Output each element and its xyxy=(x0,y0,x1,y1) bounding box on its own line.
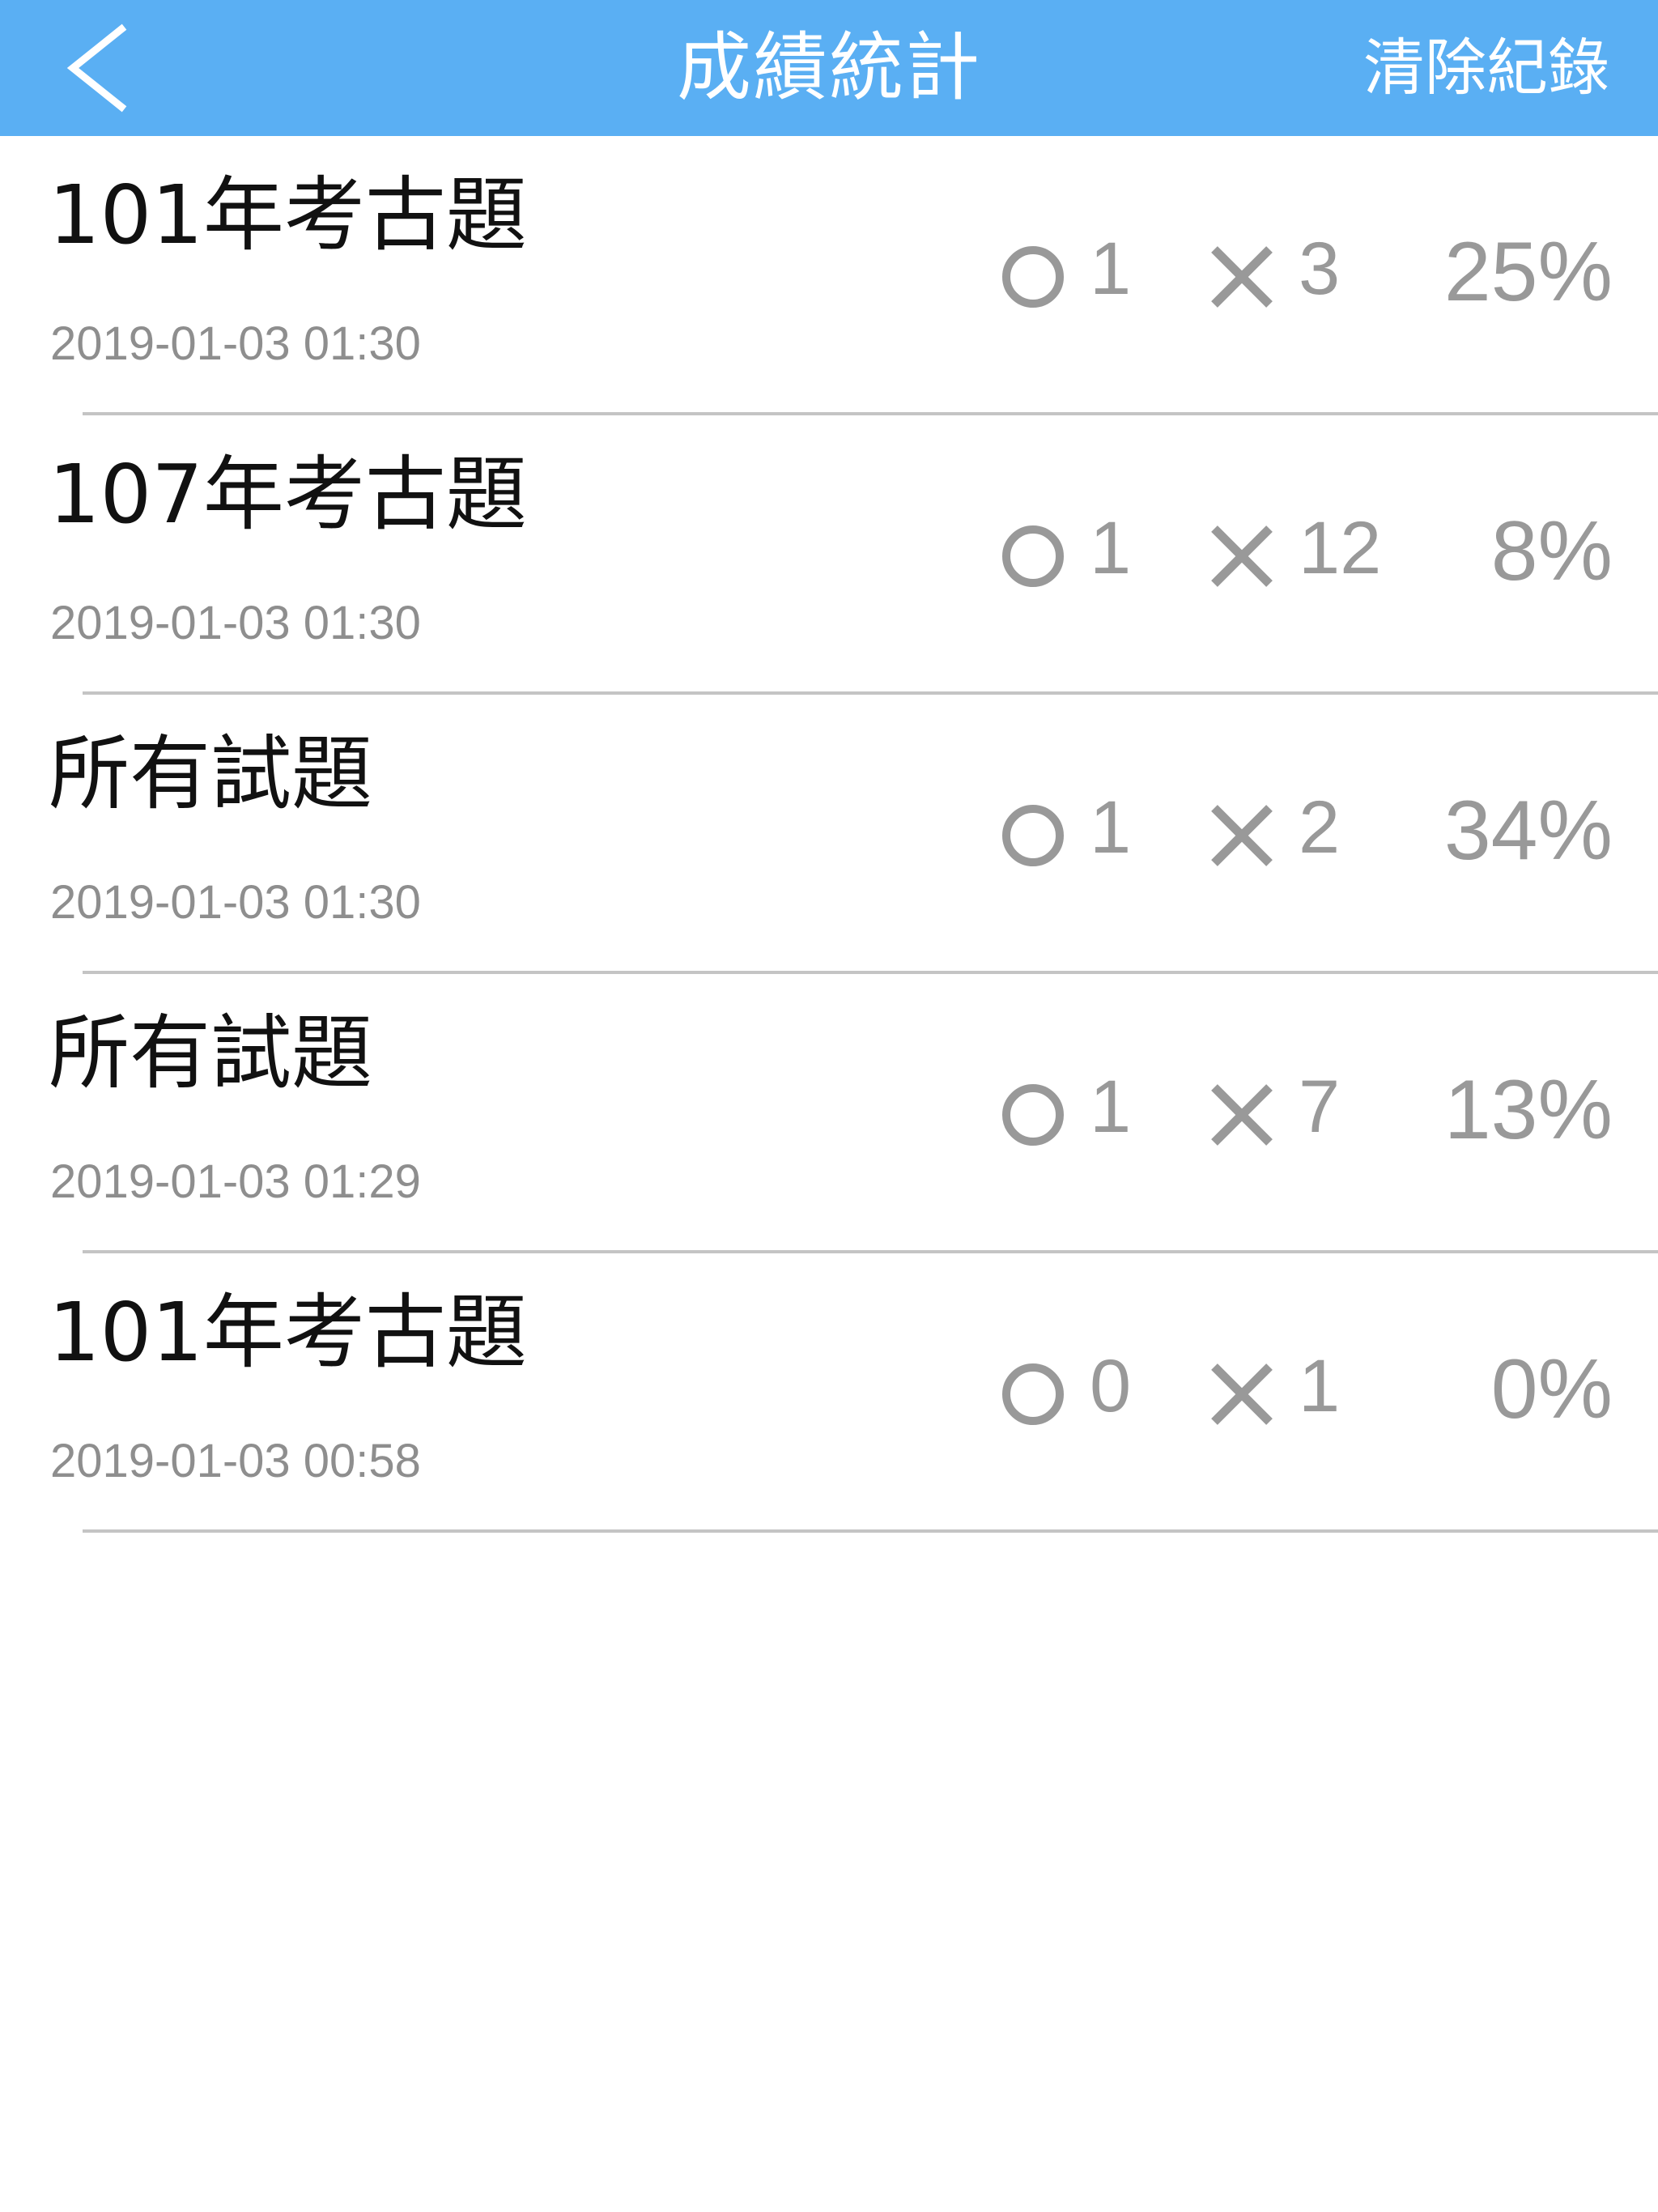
correct-count: 1 xyxy=(1090,1066,1132,1148)
wrong-count: 7 xyxy=(1299,1066,1341,1148)
record-timestamp: 2019-01-03 01:30 xyxy=(50,597,421,649)
cross-wrong-icon xyxy=(1211,1084,1273,1146)
circle-correct-icon xyxy=(1002,1084,1064,1146)
accuracy-percent: 34% xyxy=(1443,784,1613,878)
correct-count: 1 xyxy=(1090,507,1132,589)
accuracy-percent: 8% xyxy=(1490,504,1613,598)
list-item[interactable]: 所有試題 2019-01-03 01:30 1 2 34% xyxy=(49,695,1658,974)
wrong-count: 1 xyxy=(1299,1345,1341,1427)
accuracy-percent: 25% xyxy=(1443,225,1613,319)
list-item[interactable]: 107年考古題 2019-01-03 01:30 1 12 8% xyxy=(49,415,1658,695)
record-title: 101年考古題 xyxy=(49,1285,527,1380)
cross-wrong-icon xyxy=(1211,246,1273,308)
record-title: 所有試題 xyxy=(49,726,372,821)
correct-count: 0 xyxy=(1090,1345,1132,1427)
record-title: 101年考古題 xyxy=(49,168,527,262)
record-title: 107年考古題 xyxy=(49,447,527,542)
circle-correct-icon xyxy=(1002,246,1064,308)
back-button[interactable] xyxy=(49,19,146,117)
circle-correct-icon xyxy=(1002,525,1064,587)
cross-wrong-icon xyxy=(1211,525,1273,587)
record-timestamp: 2019-01-03 01:30 xyxy=(50,317,421,370)
circle-correct-icon xyxy=(1002,1363,1064,1425)
navigation-bar: 成績統計 清除紀錄 xyxy=(0,0,1658,136)
cross-wrong-icon xyxy=(1211,805,1273,866)
record-timestamp: 2019-01-03 00:58 xyxy=(50,1435,421,1487)
list-item[interactable]: 101年考古題 2019-01-03 01:30 1 3 25% xyxy=(49,136,1658,415)
score-record-list: 101年考古題 2019-01-03 01:30 1 3 25% 107年考古題… xyxy=(0,136,1658,1533)
clear-records-button[interactable]: 清除紀錄 xyxy=(1363,0,1609,136)
wrong-count: 2 xyxy=(1299,786,1341,869)
accuracy-percent: 0% xyxy=(1490,1342,1613,1436)
record-timestamp: 2019-01-03 01:29 xyxy=(50,1155,421,1208)
cross-wrong-icon xyxy=(1211,1363,1273,1425)
list-item[interactable]: 101年考古題 2019-01-03 00:58 0 1 0% xyxy=(49,1253,1658,1533)
correct-count: 1 xyxy=(1090,786,1132,869)
chevron-left-icon xyxy=(66,23,127,113)
list-item[interactable]: 所有試題 2019-01-03 01:29 1 7 13% xyxy=(49,974,1658,1253)
record-title: 所有試題 xyxy=(49,1006,372,1100)
record-timestamp: 2019-01-03 01:30 xyxy=(50,876,421,929)
wrong-count: 3 xyxy=(1299,228,1341,310)
circle-correct-icon xyxy=(1002,805,1064,866)
correct-count: 1 xyxy=(1090,228,1132,310)
wrong-count: 12 xyxy=(1299,507,1382,589)
accuracy-percent: 13% xyxy=(1443,1063,1613,1157)
